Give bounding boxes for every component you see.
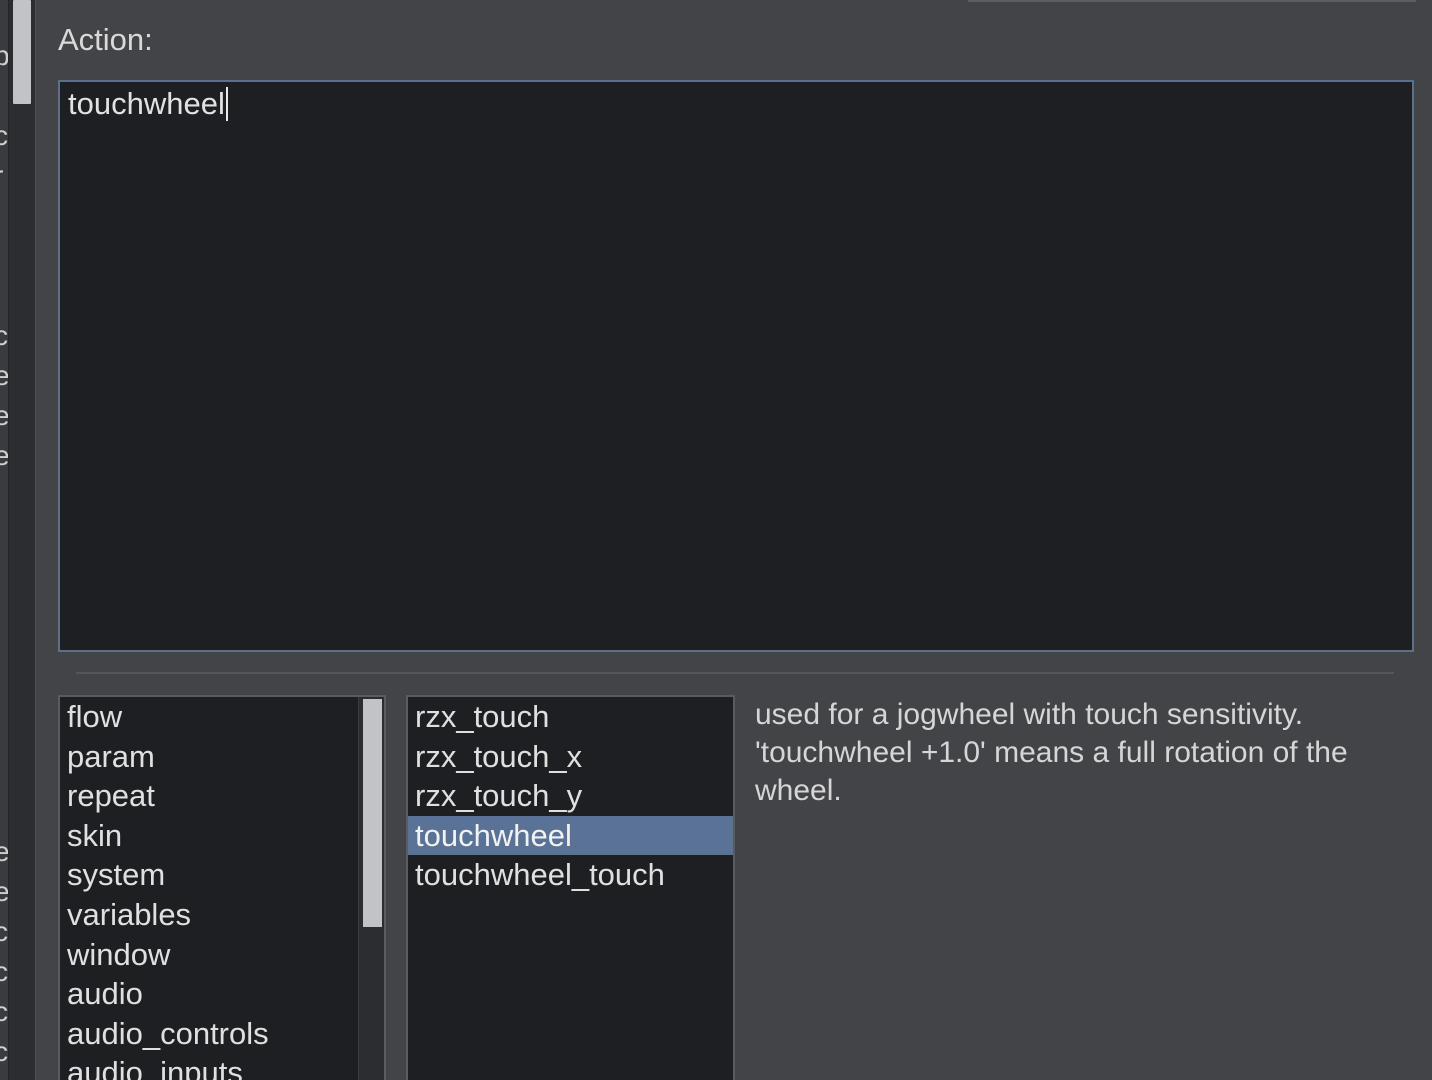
category-list-items: flow param repeat skin system variables window…: [60, 697, 358, 1080]
action-item[interactable]: touchwheel_touch: [408, 855, 733, 895]
category-item[interactable]: flow: [60, 697, 358, 737]
left-panel-scrollbar-thumb[interactable]: [13, 0, 31, 104]
category-item[interactable]: system: [60, 855, 358, 895]
action-item[interactable]: rzx_touch_x: [408, 737, 733, 777]
adjacent-panel-edge: b l c r c e e e e e c c c c: [0, 0, 8, 1080]
category-list-scrollbar[interactable]: [358, 697, 384, 1080]
category-list[interactable]: flow param repeat skin system variables window…: [58, 695, 386, 1080]
action-text-value: touchwheel: [68, 86, 225, 121]
text-caret: [225, 87, 228, 121]
category-item[interactable]: skin: [60, 816, 358, 856]
action-item[interactable]: rzx_touch_y: [408, 776, 733, 816]
category-item[interactable]: audio_inputs: [60, 1053, 358, 1080]
category-item[interactable]: audio: [60, 974, 358, 1014]
action-description: used for a jogwheel with touch sensitivi…: [755, 698, 1348, 807]
left-panel-scrollbar[interactable]: [8, 0, 36, 1080]
action-editor-panel: b l c r c e e e e e c c c c Action: touc…: [0, 0, 1432, 1080]
category-item[interactable]: audio_controls: [60, 1014, 358, 1054]
category-item[interactable]: variables: [60, 895, 358, 935]
category-item[interactable]: param: [60, 737, 358, 777]
horizontal-divider: [76, 672, 1394, 674]
action-text-content: touchwheel: [68, 86, 228, 122]
category-list-scrollbar-thumb[interactable]: [363, 699, 382, 927]
action-label: Action:: [58, 22, 153, 57]
category-item[interactable]: repeat: [60, 776, 358, 816]
action-text-area[interactable]: touchwheel: [58, 80, 1414, 652]
action-list-items: rzx_touch rzx_touch_x rzx_touch_y touchwhee…: [408, 697, 733, 895]
top-edge-divider: [968, 0, 1416, 2]
category-item[interactable]: window: [60, 935, 358, 975]
action-item[interactable]: rzx_touch: [408, 697, 733, 737]
action-list[interactable]: rzx_touch rzx_touch_x rzx_touch_y touchwhee…: [406, 695, 735, 1080]
action-item-selected[interactable]: touchwheel: [408, 815, 733, 856]
